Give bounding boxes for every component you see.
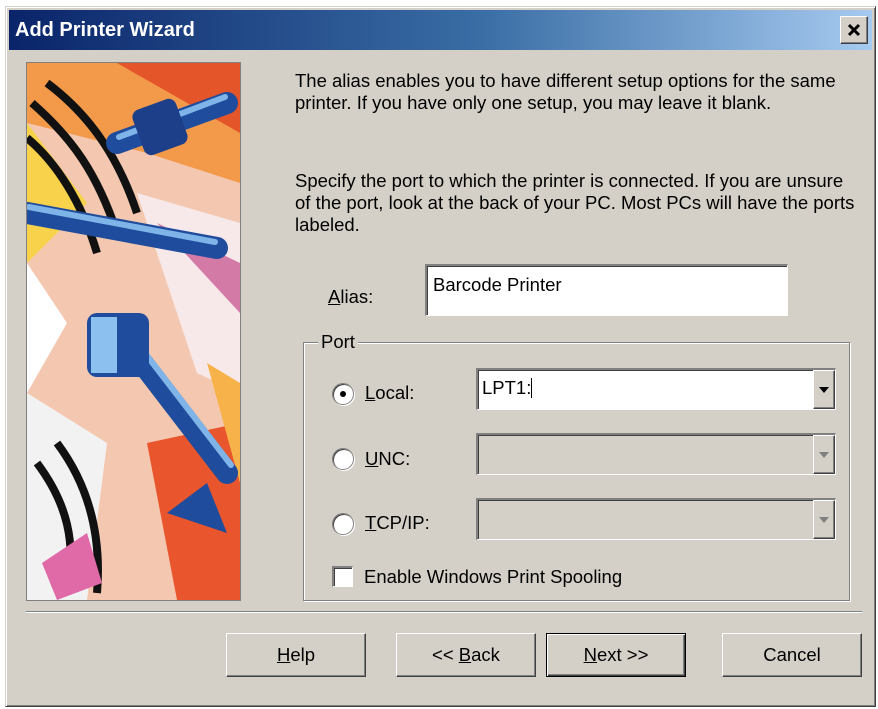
- help-button[interactable]: Help: [226, 633, 366, 677]
- close-button[interactable]: [840, 16, 868, 44]
- alias-input[interactable]: Barcode Printer: [425, 264, 788, 316]
- title-bar[interactable]: Add Printer Wizard: [9, 10, 872, 50]
- local-port-dropdown-button[interactable]: [813, 370, 835, 409]
- alias-label: Alias:: [328, 286, 374, 307]
- button-separator: [26, 611, 862, 613]
- enable-spooling-label[interactable]: Enable Windows Print Spooling: [364, 566, 622, 588]
- port-group-label: Port: [318, 331, 358, 353]
- window-title: Add Printer Wizard: [15, 19, 195, 41]
- cancel-button[interactable]: Cancel: [722, 633, 862, 677]
- wizard-banner-image: [26, 62, 241, 601]
- close-icon: [847, 23, 861, 37]
- chevron-down-icon: [819, 516, 829, 523]
- unc-label[interactable]: UNC:: [365, 448, 410, 470]
- unc-radio[interactable]: [332, 448, 354, 470]
- chevron-down-icon: [819, 451, 829, 458]
- unc-port-dropdown-button: [813, 435, 835, 474]
- enable-spooling-checkbox[interactable]: [332, 566, 353, 587]
- tcpip-label[interactable]: TCP/IP:: [365, 512, 430, 534]
- radio-selected-dot-icon: [340, 391, 346, 397]
- local-label[interactable]: Local:: [365, 382, 414, 404]
- local-radio[interactable]: [332, 383, 354, 405]
- printer-cable-artwork-icon: [27, 63, 240, 600]
- port-description: Specify the port to which the printer is…: [295, 170, 855, 235]
- back-button[interactable]: << Back: [396, 633, 536, 677]
- unc-port-combobox: [476, 433, 836, 475]
- local-port-combobox[interactable]: LPT1:: [476, 368, 836, 410]
- tcpip-port-combobox: [476, 498, 836, 540]
- tcpip-radio[interactable]: [332, 513, 354, 535]
- next-button[interactable]: Next >>: [546, 633, 686, 677]
- local-port-value: LPT1:: [482, 377, 533, 398]
- text-caret: [531, 378, 533, 398]
- chevron-down-icon: [819, 386, 829, 393]
- alias-description: The alias enables you to have different …: [295, 70, 836, 113]
- tcpip-port-dropdown-button: [813, 500, 835, 539]
